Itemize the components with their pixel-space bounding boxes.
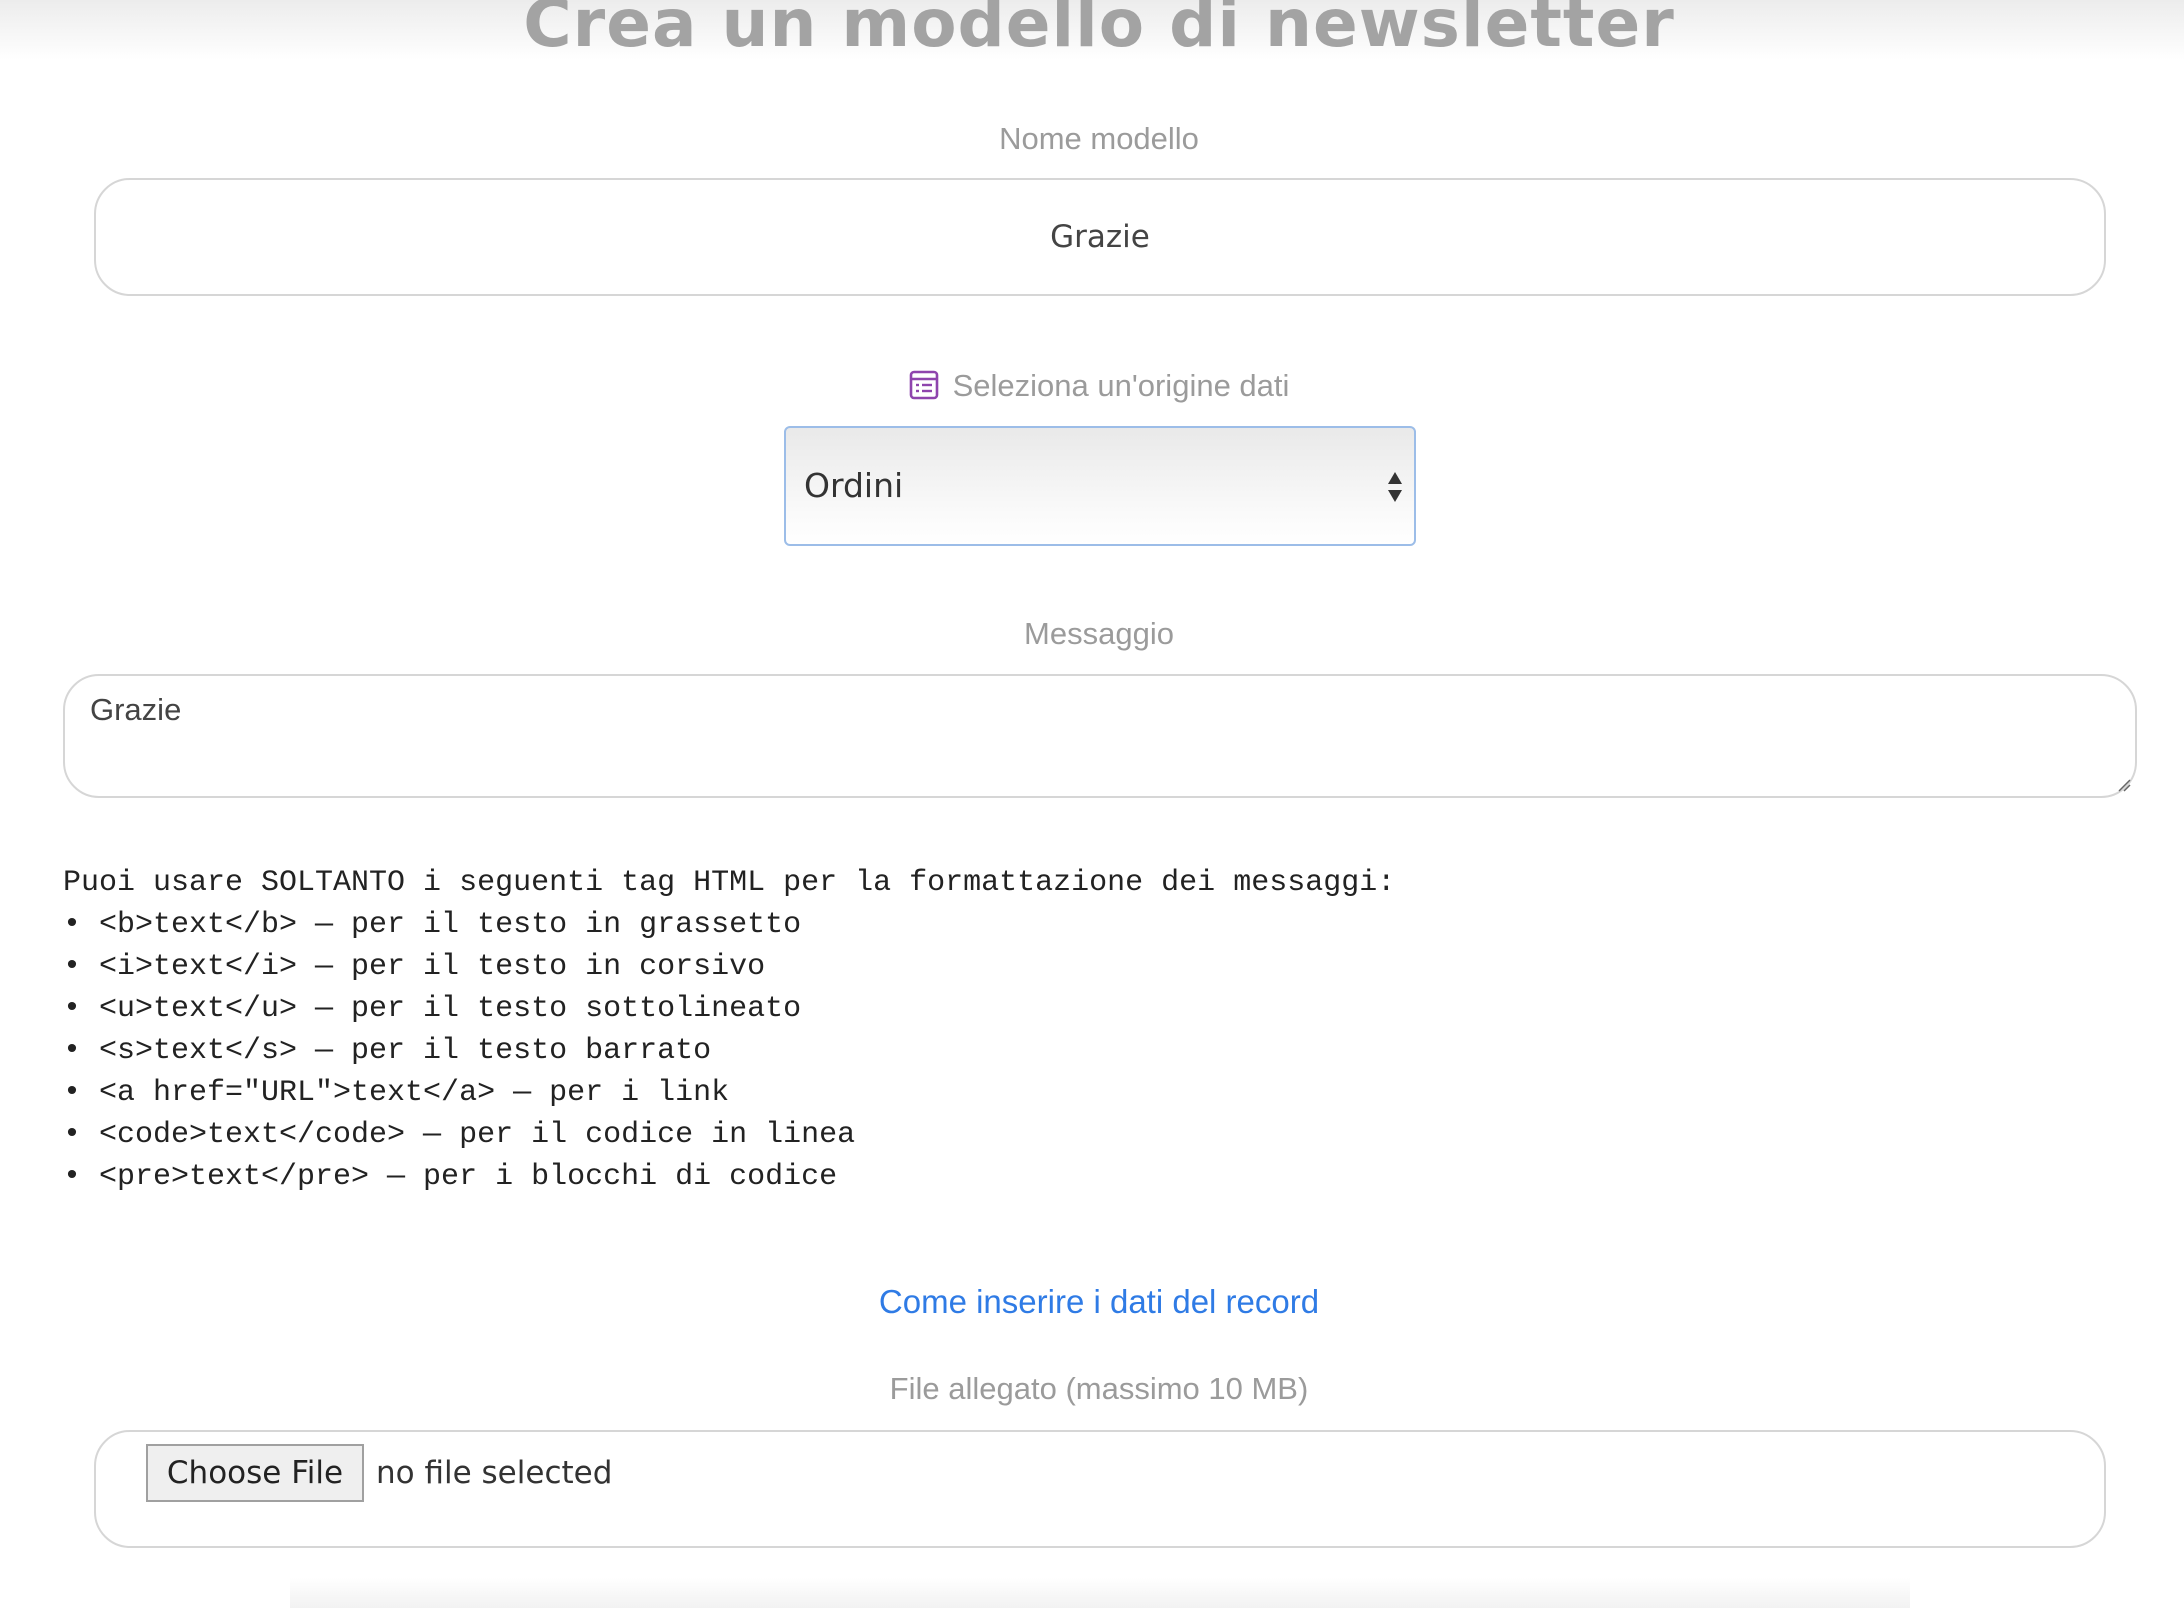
help-item-underline: • <u>text</u> — per il testo sottolineat… bbox=[63, 992, 802, 1026]
attachment-label: File allegato (massimo 10 MB) bbox=[889, 1371, 1309, 1406]
help-item-pre: • <pre>text</pre> — per i blocchi di cod… bbox=[63, 1160, 838, 1194]
help-item-bold: • <b>text</b> — per il testo in grassett… bbox=[63, 908, 802, 942]
bottom-shade bbox=[290, 1578, 1910, 1608]
help-item-italic: • <i>text</i> — per il testo in corsivo bbox=[63, 950, 766, 984]
help-item-code: • <code>text</code> — per il codice in l… bbox=[63, 1118, 856, 1152]
help-intro: Puoi usare SOLTANTO i seguenti tag HTML … bbox=[63, 866, 1396, 900]
attachment-field: Choose File no file selected bbox=[94, 1430, 2106, 1548]
help-item-link: • <a href="URL">text</a> — per i link bbox=[63, 1076, 730, 1110]
record-data-help-link[interactable]: Come inserire i dati del record bbox=[0, 1282, 2184, 1322]
table-list-icon bbox=[909, 370, 939, 400]
message-textarea[interactable]: Grazie bbox=[63, 674, 2137, 798]
message-text: Grazie bbox=[90, 692, 182, 727]
data-source-select[interactable]: Ordini bbox=[784, 426, 1416, 546]
page-title: Crea un modello di newsletter bbox=[523, 0, 1675, 62]
data-source-label: Seleziona un'origine dati bbox=[0, 366, 2184, 406]
resize-grip-icon[interactable] bbox=[2117, 778, 2131, 792]
template-name-label: Nome modello bbox=[999, 121, 1199, 156]
file-status-text: no file selected bbox=[376, 1455, 613, 1491]
data-source-selected-value: Ordini bbox=[804, 466, 904, 505]
select-arrows-icon bbox=[1386, 470, 1404, 504]
message-label: Messaggio bbox=[1024, 616, 1174, 651]
choose-file-button[interactable]: Choose File bbox=[146, 1444, 364, 1502]
html-tags-help: Puoi usare SOLTANTO i seguenti tag HTML … bbox=[63, 862, 1395, 1198]
help-item-strike: • <s>text</s> — per il testo barrato bbox=[63, 1034, 712, 1068]
data-source-label-text: Seleziona un'origine dati bbox=[952, 368, 1290, 403]
template-name-input[interactable]: Grazie bbox=[94, 178, 2106, 296]
